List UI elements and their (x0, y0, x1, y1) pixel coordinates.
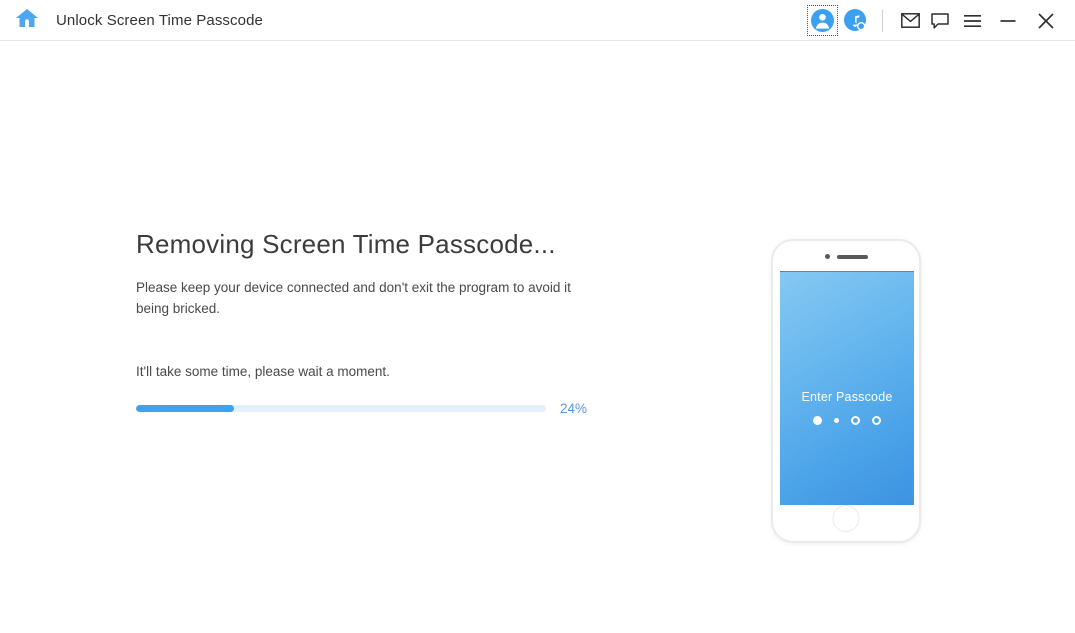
close-icon[interactable] (1031, 7, 1061, 35)
wait-note: It'll take some time, please wait a mome… (136, 364, 596, 379)
progress-bar (136, 405, 546, 412)
progress-row: 24% (136, 401, 596, 416)
status-description: Please keep your device connected and do… (136, 278, 588, 320)
speaker-grill-icon (837, 255, 868, 259)
account-icon[interactable] (810, 8, 835, 33)
progress-bar-fill (136, 405, 234, 412)
home-button[interactable] (14, 7, 40, 33)
progress-percent-label: 24% (560, 401, 587, 416)
passcode-dot-4 (872, 416, 881, 425)
enter-passcode-label: Enter Passcode (801, 390, 892, 404)
minimize-icon[interactable] (993, 7, 1023, 35)
passcode-dot-3 (851, 416, 860, 425)
titlebar-actions (810, 0, 1075, 41)
front-camera-icon (825, 254, 830, 259)
phone-mockup: Enter Passcode (771, 239, 921, 543)
phone-top-hardware (773, 254, 919, 259)
main-content: Removing Screen Time Passcode... Please … (0, 41, 1075, 633)
phone-screen: Enter Passcode (780, 271, 914, 505)
passcode-dots (813, 416, 881, 425)
hamburger-menu-icon[interactable] (957, 7, 987, 35)
status-panel: Removing Screen Time Passcode... Please … (136, 229, 596, 416)
phone-home-button-icon (833, 505, 860, 532)
home-icon (15, 7, 39, 34)
page-title: Unlock Screen Time Passcode (56, 12, 263, 29)
title-bar: Unlock Screen Time Passcode (0, 0, 1075, 41)
music-search-icon[interactable] (843, 8, 868, 33)
passcode-dot-1 (813, 416, 822, 425)
status-heading: Removing Screen Time Passcode... (136, 229, 596, 260)
mail-icon[interactable] (895, 7, 925, 35)
speech-bubble-icon[interactable] (925, 7, 955, 35)
passcode-dot-2 (834, 418, 839, 423)
toolbar-divider (882, 10, 883, 32)
